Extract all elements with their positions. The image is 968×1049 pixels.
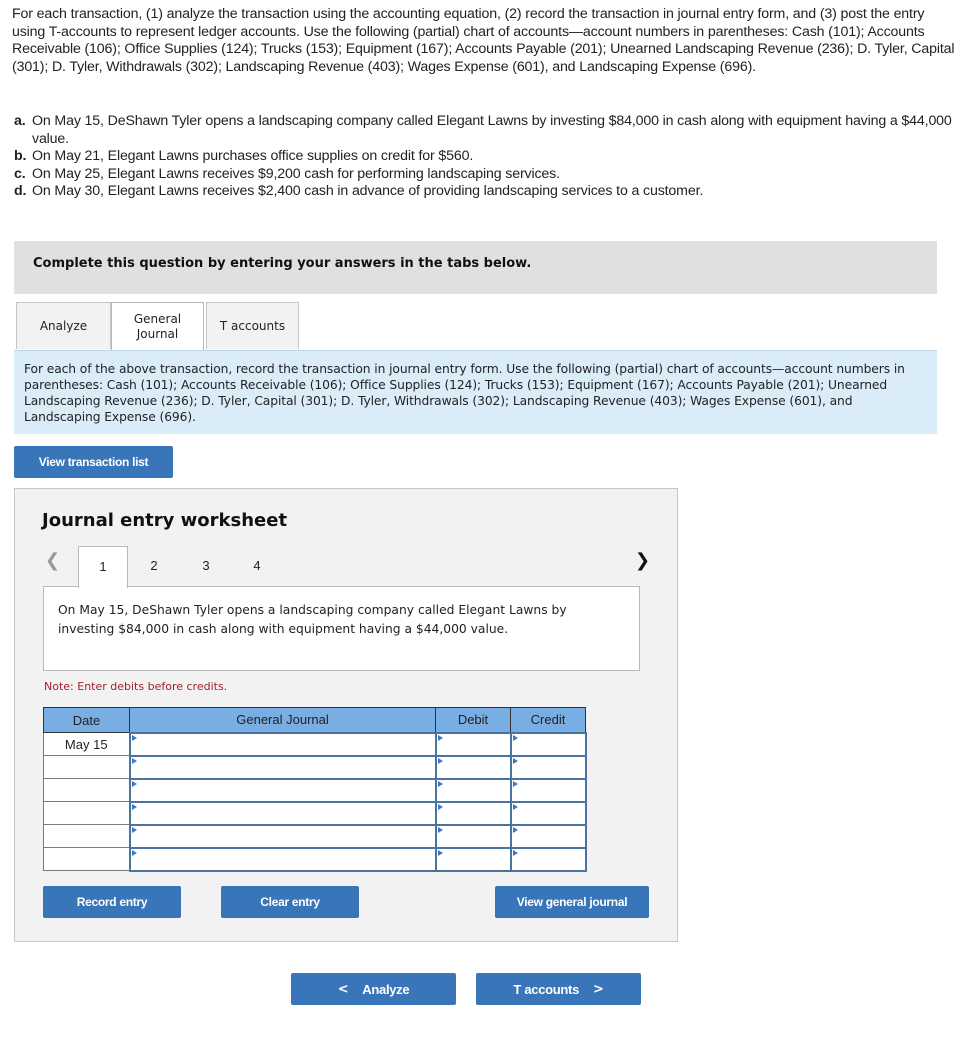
- tab-analyze[interactable]: Analyze: [16, 302, 111, 349]
- debit-input[interactable]: [436, 734, 510, 754]
- worksheet-step-2[interactable]: 2: [134, 546, 174, 587]
- chevron-left-icon[interactable]: ❮: [45, 550, 60, 571]
- problem-intro: For each transaction, (1) analyze the tr…: [12, 6, 955, 75]
- debit-cell[interactable]: [434, 754, 512, 780]
- account-input[interactable]: [130, 780, 435, 800]
- journal-row: [43, 800, 587, 826]
- transaction-item: c. On May 25, Elegant Lawns receives $9,2…: [14, 166, 958, 184]
- date-cell: [43, 824, 130, 848]
- credit-input[interactable]: [511, 734, 585, 754]
- header-general-journal: General Journal: [129, 707, 436, 733]
- prev-tab-label: Analyze: [362, 981, 410, 997]
- transaction-letter: b.: [14, 148, 27, 164]
- tab-label-line2: Journal: [136, 326, 179, 341]
- transaction-letter: c.: [14, 165, 26, 182]
- tab-label: General Journal: [134, 312, 181, 342]
- worksheet-step-1[interactable]: 1: [78, 546, 128, 588]
- transaction-text: On May 21, Elegant Lawns purchases offic…: [32, 148, 474, 164]
- journal-header-row: Date General Journal Debit Credit: [43, 707, 586, 733]
- credit-cell[interactable]: [509, 823, 587, 849]
- account-cell[interactable]: [128, 754, 437, 780]
- credit-input[interactable]: [511, 826, 585, 846]
- tab-label-line1: General: [133, 311, 182, 326]
- journal-row: [43, 846, 587, 872]
- instructions-banner: Complete this question by entering your …: [14, 241, 937, 294]
- transaction-item: a. On May 15, DeShawn Tyler opens a lands…: [14, 113, 958, 148]
- journal-row: May 15: [43, 731, 587, 757]
- credit-input[interactable]: [511, 803, 585, 823]
- transaction-letter: d.: [14, 183, 27, 199]
- debit-cell[interactable]: [434, 731, 512, 757]
- date-cell: [43, 847, 130, 871]
- record-entry-button[interactable]: Record entry: [43, 886, 181, 918]
- date-cell: May 15: [43, 732, 130, 756]
- chevron-right-icon: >: [593, 981, 604, 997]
- credit-cell[interactable]: [509, 754, 587, 780]
- transaction-list: a. On May 15, DeShawn Tyler opens a lands…: [14, 113, 958, 201]
- transaction-text: On May 30, Elegant Lawns receives $2,400…: [32, 183, 704, 199]
- debit-cell[interactable]: [434, 777, 512, 803]
- journal-row: [43, 823, 587, 849]
- journal-entry-worksheet: Journal entry worksheet ❮ 1 2 3 4 ❯ On M…: [14, 488, 678, 942]
- credit-cell[interactable]: [509, 731, 587, 757]
- view-transaction-list-button[interactable]: View transaction list: [14, 446, 173, 478]
- account-cell[interactable]: [128, 731, 437, 757]
- tab-label: T accounts: [219, 318, 286, 333]
- debit-cell[interactable]: [434, 823, 512, 849]
- credit-cell[interactable]: [509, 800, 587, 826]
- credit-input[interactable]: [511, 849, 585, 869]
- tab-t-accounts[interactable]: T accounts: [206, 302, 299, 349]
- account-input[interactable]: [130, 803, 435, 823]
- debit-cell[interactable]: [434, 800, 512, 826]
- transaction-description: On May 15, DeShawn Tyler opens a landsca…: [43, 586, 640, 671]
- debits-note: Note: Enter debits before credits.: [44, 680, 228, 693]
- header-date: Date: [43, 707, 130, 733]
- journal-row: [43, 777, 587, 803]
- transaction-item: b. On May 21, Elegant Lawns purchases off…: [14, 148, 958, 166]
- credit-cell[interactable]: [509, 777, 587, 803]
- transaction-item: d. On May 30, Elegant Lawns receives $2,4…: [14, 183, 958, 201]
- worksheet-step-3[interactable]: 3: [186, 546, 226, 587]
- transaction-text: On May 15, DeShawn Tyler opens a landsca…: [32, 113, 952, 147]
- account-input[interactable]: [130, 734, 435, 754]
- chevron-left-icon: <: [337, 981, 349, 997]
- debit-input[interactable]: [436, 757, 510, 777]
- journal-row: [43, 754, 587, 780]
- account-input[interactable]: [130, 849, 435, 869]
- transaction-text: On May 25, Elegant Lawns receives $9,200…: [32, 165, 560, 182]
- credit-input[interactable]: [511, 757, 585, 777]
- worksheet-title: Journal entry worksheet: [42, 510, 288, 531]
- journal-table: Date General Journal Debit Credit May 15: [43, 707, 587, 872]
- debit-input[interactable]: [436, 849, 510, 869]
- transaction-letter: a.: [14, 113, 26, 129]
- account-cell[interactable]: [128, 823, 437, 849]
- prev-tab-analyze-button[interactable]: < Analyze: [291, 973, 456, 1005]
- debit-input[interactable]: [436, 803, 510, 823]
- account-cell[interactable]: [128, 777, 437, 803]
- account-cell[interactable]: [128, 800, 437, 826]
- debit-input[interactable]: [436, 826, 510, 846]
- tab-instructions: For each of the above transaction, recor…: [14, 350, 937, 434]
- view-general-journal-button[interactable]: View general journal: [495, 886, 649, 918]
- tab-label: Analyze: [39, 318, 88, 333]
- credit-input[interactable]: [511, 780, 585, 800]
- account-input[interactable]: [130, 757, 435, 777]
- account-input[interactable]: [130, 826, 435, 846]
- date-cell: [43, 755, 130, 779]
- debit-input[interactable]: [436, 780, 510, 800]
- banner-text: Complete this question by entering your …: [33, 256, 532, 271]
- date-cell: [43, 778, 130, 802]
- chevron-right-icon[interactable]: ❯: [635, 550, 650, 571]
- date-cell: [43, 801, 130, 825]
- clear-entry-button[interactable]: Clear entry: [221, 886, 359, 918]
- header-debit: Debit: [435, 707, 511, 733]
- header-credit: Credit: [510, 707, 586, 733]
- worksheet-step-4[interactable]: 4: [237, 546, 277, 587]
- next-tab-label: T accounts: [513, 981, 580, 997]
- tab-general-journal[interactable]: General Journal: [111, 302, 204, 350]
- debit-cell[interactable]: [434, 846, 512, 872]
- next-tab-t-accounts-button[interactable]: T accounts >: [476, 973, 641, 1005]
- credit-cell[interactable]: [509, 846, 587, 872]
- account-cell[interactable]: [128, 846, 437, 872]
